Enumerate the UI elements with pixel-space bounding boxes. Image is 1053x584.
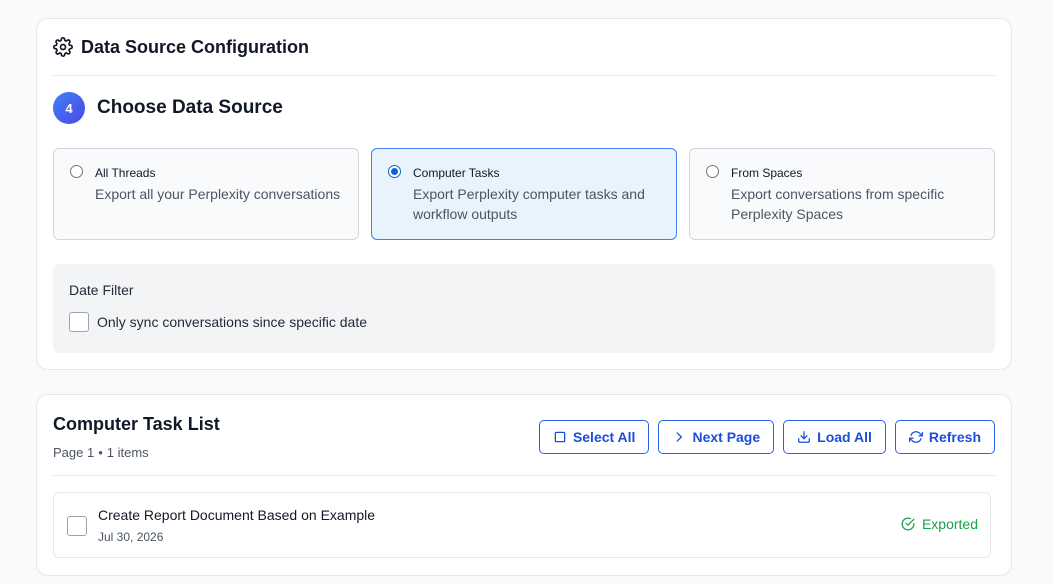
select-all-label: Select All <box>572 429 636 445</box>
task-date: Jul 30, 2026 <box>98 530 164 544</box>
step-title: Choose Data Source <box>97 97 283 118</box>
radio-computer-tasks[interactable] <box>388 165 401 178</box>
option-description: Export all your Perplexity conversations <box>95 186 341 202</box>
radio-all-threads[interactable] <box>70 165 83 178</box>
option-title: Computer Tasks <box>413 166 500 180</box>
square-icon <box>554 431 566 443</box>
chevron-right-icon <box>677 432 683 442</box>
step-number-badge: 4 <box>53 92 85 124</box>
source-option-from-spaces[interactable]: From Spaces Export conversations from sp… <box>689 148 995 240</box>
refresh-button[interactable]: Refresh <box>894 420 995 454</box>
date-filter-checkbox[interactable] <box>69 312 89 332</box>
download-icon <box>798 431 811 443</box>
source-option-computer-tasks[interactable]: Computer Tasks Export Perplexity compute… <box>371 148 677 240</box>
config-title: Data Source Configuration <box>81 36 310 57</box>
date-filter-panel: Date Filter Only sync conversations sinc… <box>53 264 995 353</box>
option-title: From Spaces <box>731 166 803 180</box>
next-page-label: Next Page <box>692 429 761 445</box>
pagination-info: Page 1 • 1 items <box>53 445 149 460</box>
status-badge: Exported <box>901 516 978 532</box>
date-filter-checkbox-label[interactable]: Only sync conversations since specific d… <box>97 314 367 330</box>
load-all-button[interactable]: Load All <box>783 420 886 454</box>
date-filter-title: Date Filter <box>69 282 134 298</box>
step-row: 4 Choose Data Source <box>53 92 283 124</box>
select-all-button[interactable]: Select All <box>538 420 650 454</box>
load-all-label: Load All <box>817 429 872 445</box>
option-description: Export Perplexity computer tasks and wor… <box>413 186 645 222</box>
data-source-config-card: Data Source Configuration 4 Choose Data … <box>36 18 1012 370</box>
next-page-button[interactable]: Next Page <box>658 420 775 454</box>
task-list-title: Computer Task List <box>53 414 220 434</box>
items-count: 1 items <box>106 445 149 460</box>
list-divider <box>53 475 995 476</box>
page-label: Page 1 <box>53 445 95 460</box>
check-circle-icon <box>901 517 915 531</box>
table-row[interactable]: Create Report Document Based on Example … <box>53 492 991 558</box>
refresh-icon <box>908 431 923 443</box>
status-label: Exported <box>921 516 978 532</box>
task-list-toolbar: Select All Next Page Load All Refresh <box>538 420 995 454</box>
config-header: Data Source Configuration <box>53 19 995 76</box>
radio-from-spaces[interactable] <box>706 165 719 178</box>
task-list-card: Computer Task List Page 1 • 1 items Select… <box>36 394 1012 576</box>
source-option-all-threads[interactable]: All Threads Export all your Perplexity c… <box>53 148 359 240</box>
refresh-label: Refresh <box>928 429 981 445</box>
option-description: Export conversations from specific Perpl… <box>731 186 945 222</box>
option-title: All Threads <box>95 166 156 180</box>
task-title: Create Report Document Based on Example <box>98 507 376 523</box>
separator-dot: • <box>98 445 103 460</box>
gear-icon <box>53 37 73 57</box>
task-checkbox[interactable] <box>67 516 87 536</box>
